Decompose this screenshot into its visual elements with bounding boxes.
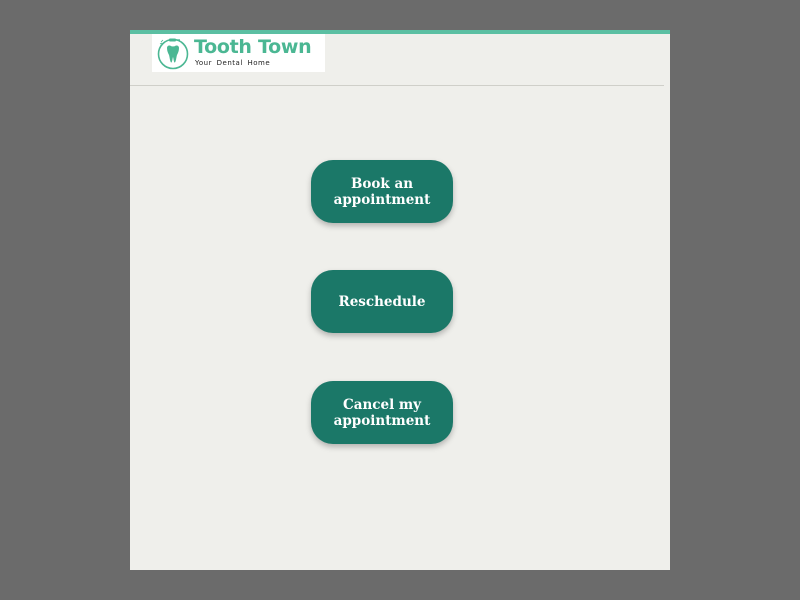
book-appointment-label: Book an appointment	[333, 175, 431, 208]
reschedule-button[interactable]: Reschedule	[311, 270, 453, 333]
tooth-icon	[157, 38, 189, 70]
header-divider	[130, 85, 664, 86]
brand-tagline: Your Dental Home	[195, 59, 271, 67]
brand-logo[interactable]: Tooth Town Your Dental Home	[152, 34, 325, 72]
main-card: Tooth Town Your Dental Home Book an appo…	[130, 30, 670, 570]
cancel-appointment-button[interactable]: Cancel my appointment	[311, 381, 453, 444]
reschedule-label: Reschedule	[338, 293, 426, 310]
cancel-appointment-label: Cancel my appointment	[333, 396, 431, 429]
book-appointment-button[interactable]: Book an appointment	[311, 160, 453, 223]
brand-name: Tooth Town	[194, 36, 312, 58]
